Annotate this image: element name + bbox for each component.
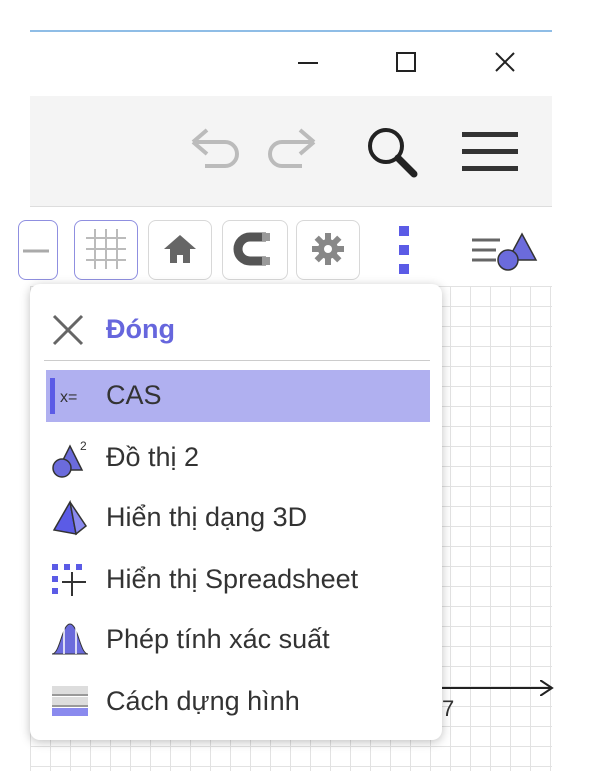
menu-item-probability[interactable]: Phép tính xác suất xyxy=(46,614,430,666)
menu-item-spreadsheet[interactable]: Hiển thị Spreadsheet xyxy=(46,554,430,606)
views-button[interactable] xyxy=(470,226,540,276)
svg-text:x=: x= xyxy=(60,389,77,406)
graphics2-icon: 2 xyxy=(52,439,87,478)
close-menu-label: Đóng xyxy=(106,314,175,344)
point-capturing-button[interactable] xyxy=(222,220,288,280)
graphics-style-bar xyxy=(18,212,552,286)
line-style-button[interactable] xyxy=(18,220,58,280)
construction-protocol-icon xyxy=(52,686,88,716)
more-options-button[interactable] xyxy=(394,224,414,276)
menu-item-label: CAS xyxy=(106,380,162,410)
menu-item-label: Cách dựng hình xyxy=(106,686,300,716)
x-axis-tick-label: 7 xyxy=(442,696,455,721)
menu-item-label: Đồ thị 2 xyxy=(106,442,200,472)
menu-item-graphics-2[interactable]: 2 Đồ thị 2 xyxy=(46,432,430,484)
perspectives-dropdown: Đóng x= CAS 2 Đồ thị 2 Hiển thị dạng 3D xyxy=(30,284,442,740)
menu-item-construction-protocol[interactable]: Cách dựng hình xyxy=(46,676,430,728)
svg-text:2: 2 xyxy=(80,439,87,453)
standard-view-button[interactable] xyxy=(148,220,212,280)
close-window-button[interactable] xyxy=(485,45,525,81)
main-menu-button[interactable] xyxy=(460,124,522,178)
redo-button[interactable] xyxy=(258,124,322,178)
line-style-icon xyxy=(23,249,49,253)
menu-item-label: Hiển thị dạng 3D xyxy=(106,502,308,532)
undo-button[interactable] xyxy=(185,124,245,178)
close-icon xyxy=(52,314,84,346)
undo-icon xyxy=(191,128,239,168)
menu-item-3d-view[interactable]: Hiển thị dạng 3D xyxy=(46,492,430,544)
home-icon xyxy=(164,235,196,263)
maximize-icon xyxy=(396,52,416,72)
cas-icon: x= xyxy=(50,378,77,414)
menu-item-label: Phép tính xác suất xyxy=(106,624,330,654)
close-icon xyxy=(495,52,515,72)
title-bar-line xyxy=(30,30,552,32)
settings-button[interactable] xyxy=(296,220,360,280)
magnet-icon xyxy=(233,232,270,266)
grid-icon xyxy=(86,229,126,269)
more-vertical-icon xyxy=(399,226,409,274)
grid-toggle-button[interactable] xyxy=(74,220,138,280)
probability-icon xyxy=(51,623,89,655)
search-button[interactable] xyxy=(360,124,424,178)
minimize-button[interactable] xyxy=(288,45,328,81)
search-icon xyxy=(368,128,418,178)
views-icon xyxy=(472,232,538,271)
menu-item-cas[interactable]: x= CAS xyxy=(46,370,430,422)
minimize-icon xyxy=(298,62,318,64)
3d-view-icon xyxy=(52,499,88,536)
hamburger-menu-icon xyxy=(462,132,518,171)
toolbar xyxy=(30,96,552,206)
spreadsheet-icon xyxy=(52,564,86,596)
menu-divider xyxy=(44,360,430,361)
close-menu-button[interactable]: Đóng xyxy=(46,304,426,354)
menu-item-label: Hiển thị Spreadsheet xyxy=(106,564,359,594)
x-axis-arrow-icon xyxy=(540,680,554,696)
gear-icon xyxy=(312,233,344,265)
redo-icon xyxy=(268,128,316,168)
toolbar-divider xyxy=(30,206,552,207)
maximize-button[interactable] xyxy=(386,45,426,81)
